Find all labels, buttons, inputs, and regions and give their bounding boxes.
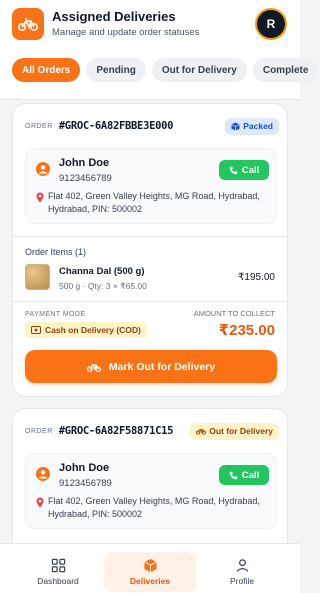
call-button[interactable]: Call [219,465,269,485]
page-title: Assigned Deliveries [52,9,176,24]
call-button-label: Call [241,469,260,481]
user-icon [36,467,50,481]
nav-deliveries-label: Deliveries [129,576,171,586]
grid-icon [51,558,65,573]
user-avatar[interactable]: R [255,8,287,40]
mark-out-for-delivery-button[interactable]: Mark Out for Delivery [25,350,277,383]
customer-info: John Doe 9123456789 Call Flat 402, Green… [25,453,277,529]
item-name: Channa Dal (500 g) [59,266,145,277]
cash-icon [31,326,41,334]
bicycle-icon [86,363,101,372]
phone-icon [229,471,238,479]
customer-phone: 9123456789 [59,173,112,184]
delivery-address: Flat 402, Green Valley Heights, MG Road,… [48,191,260,214]
status-badge-label: Packed [243,121,273,131]
user-icon [36,162,50,176]
call-button[interactable]: Call [219,160,269,180]
status-badge: Packed [225,117,279,135]
nav-dashboard-label: Dashboard [37,576,79,586]
tab-complete[interactable]: Complete [252,58,319,82]
order-label: ORDER [25,122,53,130]
order-header: ORDER #GROC-6A82FBBE3E000 Packed [25,117,279,135]
nav-profile-label: Profile [229,576,255,586]
call-button-label: Call [241,164,260,176]
customer-info: John Doe 9123456789 Call Flat 402, Green… [25,148,277,224]
status-badge-label: Out for Delivery [209,426,273,436]
amount-to-collect-value: ₹235.00 [218,322,275,339]
amount-to-collect-label: AMOUNT TO COLLECT [193,309,275,318]
bicycle-logo-icon [12,8,44,40]
order-id: #GROC-6A82F58871C15 [58,425,174,437]
order-items-heading: Order Items (1) [25,247,87,257]
order-header: ORDER #GROC-6A82F58871C15 Out for Delive… [25,422,279,440]
item-quantity-detail: 500 g · Qty: 3 × ₹65.00 [59,281,147,291]
status-badge: Out for Delivery [190,422,279,440]
package-icon [231,121,240,131]
customer-phone: 9123456789 [59,478,112,489]
product-thumbnail [25,264,50,290]
tab-out-for-delivery[interactable]: Out for Delivery [151,58,247,82]
divider [13,301,287,302]
customer-name: John Doe [59,157,110,169]
nav-dashboard[interactable]: Dashboard [33,552,83,592]
payment-mode-value: Cash on Delivery (COD) [45,325,141,335]
tab-all-orders[interactable]: All Orders [12,58,81,82]
location-pin-icon [36,192,44,203]
order-id: #GROC-6A82FBBE3E000 [58,120,174,132]
bicycle-icon [196,429,207,435]
payment-mode-badge: Cash on Delivery (COD) [25,322,147,338]
status-filter-tabs: All Orders Pending Out for Delivery Comp… [12,58,319,82]
location-pin-icon [36,497,44,508]
app-header: Assigned Deliveries Manage and update or… [0,0,319,100]
box-icon [143,558,157,573]
nav-profile[interactable]: Profile [217,552,267,592]
divider [13,236,287,237]
order-card: ORDER #GROC-6A82FBBE3E000 Packed John Do… [12,103,288,397]
item-price: ₹195.00 [238,272,275,283]
page-subtitle: Manage and update order statuses [52,27,200,38]
nav-deliveries[interactable]: Deliveries [104,552,196,592]
bottom-navigation: Dashboard Deliveries Profile [0,543,300,593]
customer-name: John Doe [59,462,110,474]
delivery-address: Flat 402, Green Valley Heights, MG Road,… [48,496,260,519]
phone-icon [229,166,238,174]
mark-out-for-delivery-label: Mark Out for Delivery [108,360,216,373]
tab-pending[interactable]: Pending [86,58,146,82]
user-icon [236,559,248,572]
order-label: ORDER [25,427,53,435]
payment-mode-label: PAYMENT MODE [25,311,86,318]
